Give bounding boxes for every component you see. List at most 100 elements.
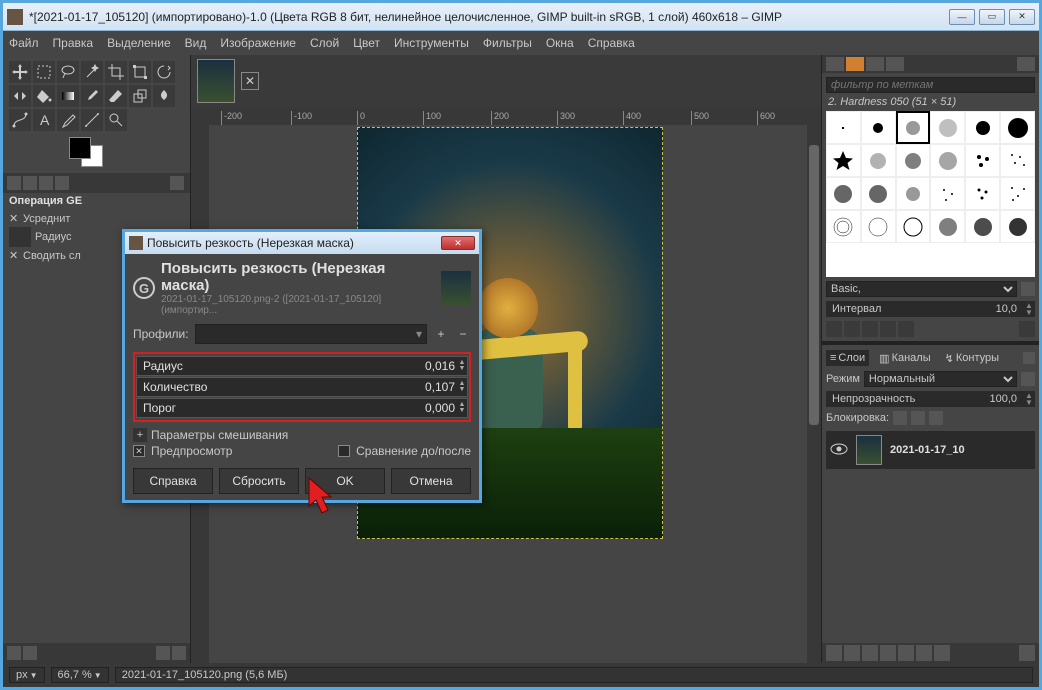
profiles-select[interactable]: ▾: [195, 324, 427, 344]
layer-mask-icon[interactable]: [934, 645, 950, 661]
menu-colors[interactable]: Цвет: [353, 36, 380, 50]
brush-preset-select[interactable]: Basic,: [826, 281, 1017, 297]
tool-move[interactable]: [9, 61, 31, 83]
brush-item[interactable]: [826, 177, 861, 210]
tab-device-icon[interactable]: [23, 176, 37, 190]
image-tab-thumb[interactable]: [197, 59, 235, 103]
tab-images-icon[interactable]: [55, 176, 69, 190]
brush-item[interactable]: [896, 144, 931, 177]
tab-brushes-icon[interactable]: [846, 57, 864, 71]
brush-item[interactable]: [896, 210, 931, 243]
param-radius[interactable]: Радиус 0,016 ▲▼: [136, 356, 468, 376]
menu-edit[interactable]: Правка: [53, 36, 94, 50]
tab-channels[interactable]: ▥ Каналы: [875, 350, 934, 367]
tool-picker[interactable]: [57, 109, 79, 131]
tab-paths[interactable]: ↯ Контуры: [941, 350, 1003, 367]
tool-transform[interactable]: [129, 61, 151, 83]
lock-position-icon[interactable]: [911, 411, 925, 425]
menu-view[interactable]: Вид: [185, 36, 207, 50]
brush-interval[interactable]: Интервал 10,0 ▲▼: [826, 301, 1035, 317]
layer-up-icon[interactable]: [862, 645, 878, 661]
tab-layers[interactable]: ≡ Слои: [826, 350, 869, 366]
tool-zoom[interactable]: [105, 109, 127, 131]
brush-item[interactable]: [826, 111, 861, 144]
brush-item[interactable]: [826, 144, 861, 177]
footer-icon[interactable]: [23, 646, 37, 660]
menu-select[interactable]: Выделение: [107, 36, 171, 50]
lock-pixels-icon[interactable]: [893, 411, 907, 425]
reset-button[interactable]: Сбросить: [219, 468, 299, 494]
lock-alpha-icon[interactable]: [929, 411, 943, 425]
color-swatches[interactable]: [69, 137, 109, 169]
tool-flip[interactable]: [9, 85, 31, 107]
dialog-close-button[interactable]: ✕: [441, 236, 475, 250]
help-button[interactable]: Справка: [133, 468, 213, 494]
brush-grid-zoom-icon[interactable]: [1021, 282, 1035, 296]
cancel-button[interactable]: Отмена: [391, 468, 471, 494]
brush-item[interactable]: [861, 111, 896, 144]
tab-fonts-icon[interactable]: [866, 57, 884, 71]
undo-item[interactable]: ✕Усреднит: [3, 211, 190, 226]
profile-remove-icon[interactable]: −: [455, 327, 471, 341]
eye-icon[interactable]: [830, 443, 848, 458]
brush-item[interactable]: [1000, 210, 1035, 243]
preview-checkbox[interactable]: [133, 445, 145, 457]
brush-item[interactable]: [930, 177, 965, 210]
status-unit[interactable]: px ▼: [9, 667, 45, 683]
brush-item[interactable]: [930, 111, 965, 144]
footer-icon[interactable]: [156, 646, 170, 660]
menu-windows[interactable]: Окна: [546, 36, 574, 50]
fg-color[interactable]: [69, 137, 91, 159]
menu-layer[interactable]: Слой: [310, 36, 339, 50]
brush-item[interactable]: [930, 210, 965, 243]
compare-checkbox[interactable]: [338, 445, 350, 457]
tab-undo-icon[interactable]: [39, 176, 53, 190]
tool-text[interactable]: A: [33, 109, 55, 131]
tool-smudge[interactable]: [153, 85, 175, 107]
tool-brush[interactable]: [81, 85, 103, 107]
brush-filter-input[interactable]: [826, 77, 1035, 93]
scrollbar-vertical[interactable]: [807, 125, 821, 663]
layer-down-icon[interactable]: [880, 645, 896, 661]
tab-icon[interactable]: [826, 57, 844, 71]
brush-open-icon[interactable]: [1019, 321, 1035, 337]
minimize-button[interactable]: —: [949, 9, 975, 25]
brush-item[interactable]: [861, 177, 896, 210]
tab-menu-icon[interactable]: [170, 176, 184, 190]
image-tab-close[interactable]: ✕: [241, 72, 259, 90]
layer-row[interactable]: 2021-01-17_10: [826, 431, 1035, 469]
brush-dup-icon[interactable]: [862, 321, 878, 337]
brush-item[interactable]: [965, 177, 1000, 210]
param-threshold[interactable]: Порог 0,000 ▲▼: [136, 398, 468, 418]
menu-image[interactable]: Изображение: [220, 36, 296, 50]
brush-item[interactable]: [930, 144, 965, 177]
tab-menu-icon[interactable]: [1017, 57, 1035, 71]
ok-button[interactable]: OK: [305, 468, 385, 494]
brush-edit-icon[interactable]: [826, 321, 842, 337]
tab-tool-options-icon[interactable]: [7, 176, 21, 190]
menu-help[interactable]: Справка: [588, 36, 635, 50]
footer-icon[interactable]: [172, 646, 186, 660]
profile-add-icon[interactable]: +: [433, 327, 449, 341]
brush-item[interactable]: [965, 210, 1000, 243]
layer-new-icon[interactable]: [826, 645, 842, 661]
tool-rect-select[interactable]: [33, 61, 55, 83]
mode-select[interactable]: Нормальный: [864, 371, 1017, 387]
maximize-button[interactable]: ▭: [979, 9, 1005, 25]
brush-item[interactable]: [1000, 177, 1035, 210]
menu-tools[interactable]: Инструменты: [394, 36, 469, 50]
brush-new-icon[interactable]: [844, 321, 860, 337]
close-button[interactable]: ✕: [1009, 9, 1035, 25]
brush-refresh-icon[interactable]: [898, 321, 914, 337]
menu-file[interactable]: Файл: [9, 36, 39, 50]
footer-icon[interactable]: [7, 646, 21, 660]
brush-item[interactable]: [896, 177, 931, 210]
brush-item[interactable]: [965, 111, 1000, 144]
layer-merge-icon[interactable]: [916, 645, 932, 661]
brush-item[interactable]: [965, 144, 1000, 177]
expand-blend-icon[interactable]: +: [133, 428, 147, 442]
tool-gradient[interactable]: [57, 85, 79, 107]
layer-dup-icon[interactable]: [898, 645, 914, 661]
tool-crop[interactable]: [105, 61, 127, 83]
brush-item[interactable]: [1000, 144, 1035, 177]
